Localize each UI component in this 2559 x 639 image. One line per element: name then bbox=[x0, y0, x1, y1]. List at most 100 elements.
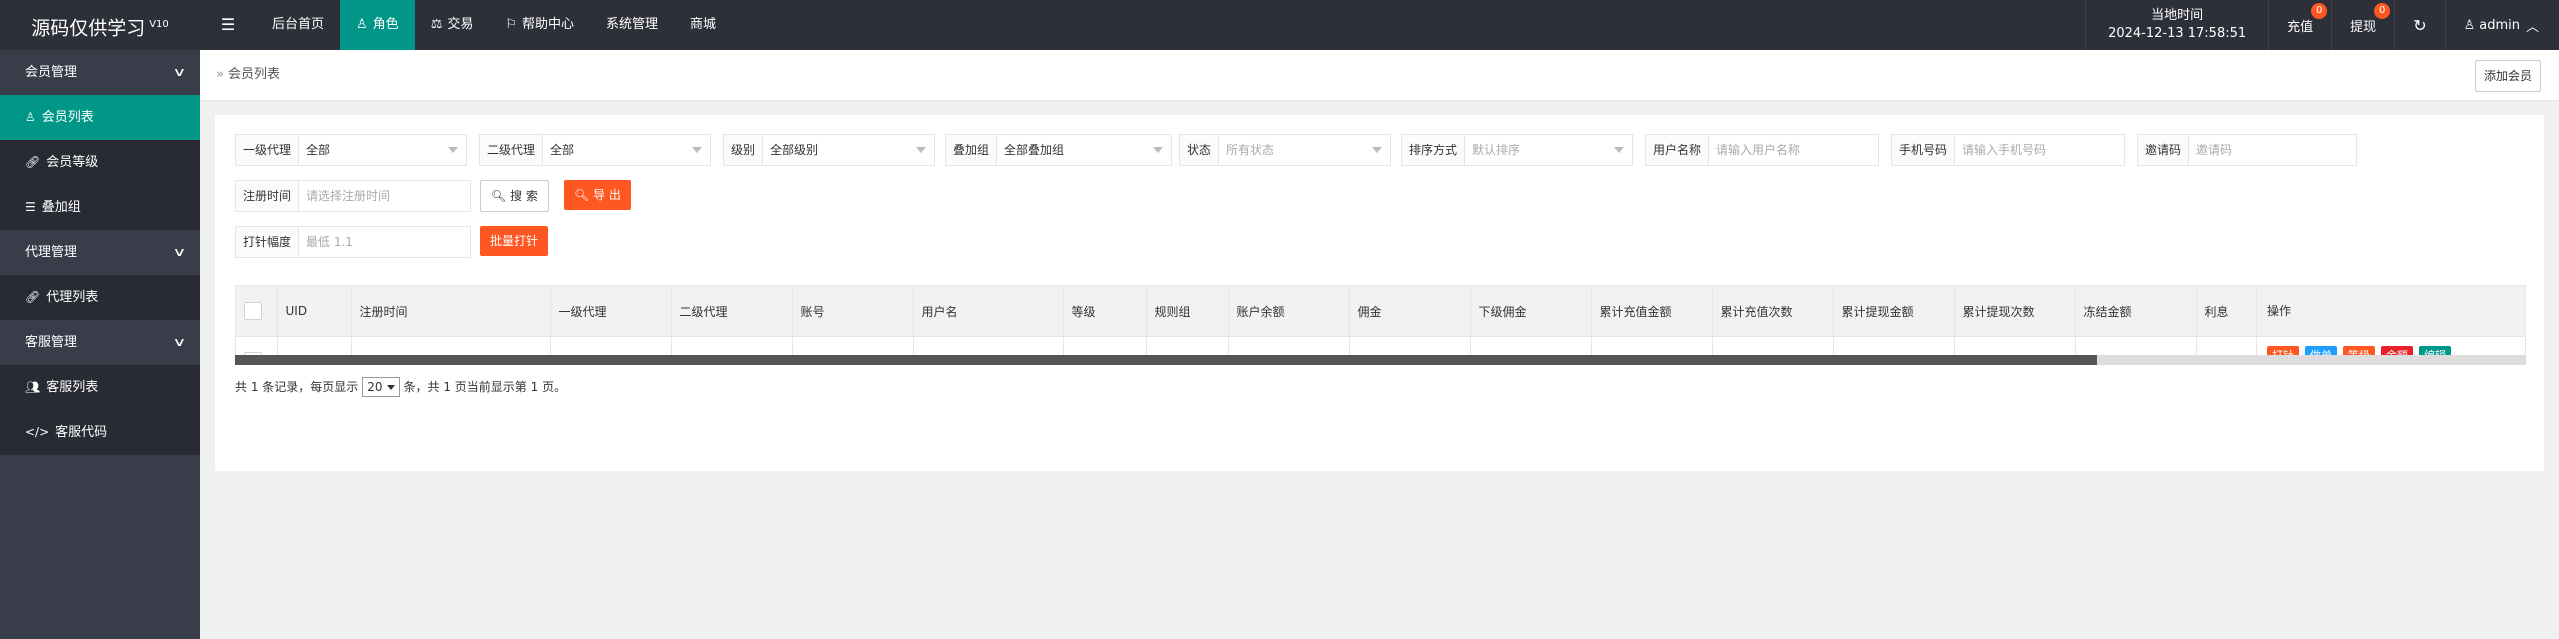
column-header: 累计充值次数 bbox=[1712, 286, 1834, 337]
column-header: 佣金 bbox=[1349, 286, 1471, 337]
page-size-value: 20 bbox=[367, 380, 383, 394]
sidebar-group-label: 代理管理 bbox=[25, 245, 78, 260]
sidebar-item-member-level[interactable]: 🔗︎ 会员等级 bbox=[0, 140, 200, 185]
brand-name: 源码仅供学习 bbox=[31, 17, 146, 40]
export-button-label: 导 出 bbox=[593, 188, 621, 202]
table-cell: 0.00 bbox=[1833, 336, 1955, 356]
batch-injection-button[interactable]: 批量打针 bbox=[480, 226, 549, 256]
breadcrumb-bar: » 会员列表 添加会员 bbox=[200, 50, 2559, 101]
table-cell: 123456 bbox=[913, 336, 1064, 356]
field-placeholder: 请输入用户名称 bbox=[1716, 143, 1801, 157]
withdraw-button[interactable]: 提现 0 bbox=[2331, 0, 2394, 50]
stack-group-select[interactable]: 叠加组 全部叠加组 bbox=[945, 134, 1172, 166]
operations-header: 操作 bbox=[2257, 286, 2525, 337]
table-cell: 123456 bbox=[792, 336, 914, 356]
nav-item-label: 后台首页 bbox=[272, 17, 325, 32]
search-button[interactable]: 🔍︎ 搜 索 bbox=[480, 180, 549, 212]
agent1-select[interactable]: 一级代理 全部 bbox=[235, 134, 467, 166]
withdraw-label: 提现 bbox=[2350, 19, 2377, 35]
field-value: 全部叠加组 bbox=[1004, 143, 1065, 157]
injection-amplitude-input[interactable]: 打针幅度 最低 1.1 bbox=[235, 226, 471, 258]
nav-item-home[interactable]: 后台首页 bbox=[256, 0, 340, 50]
table-cell: 13505822039... bbox=[1228, 336, 1350, 356]
caret-down-icon bbox=[386, 384, 395, 390]
scrollbar-thumb[interactable] bbox=[235, 355, 2097, 365]
column-header: 账号 bbox=[792, 286, 914, 337]
recharge-button[interactable]: 充值 0 bbox=[2268, 0, 2331, 50]
export-button[interactable]: 🔍︎ 导 出 bbox=[564, 180, 631, 210]
sidebar-item-stack-group[interactable]: ☰ 叠加组 bbox=[0, 185, 200, 230]
column-header: 累计提现金额 bbox=[1833, 286, 1955, 337]
withdraw-badge: 0 bbox=[2374, 3, 2391, 19]
field-placeholder: 最低 1.1 bbox=[306, 235, 353, 249]
sidebar-group-agents[interactable]: 代理管理 ∨ bbox=[0, 230, 200, 275]
row-checkbox-cell[interactable] bbox=[236, 336, 278, 356]
select-all-checkbox[interactable] bbox=[236, 286, 278, 337]
search-icon: 🔍︎ bbox=[491, 189, 507, 203]
sidebar-item-label: 客服列表 bbox=[46, 380, 99, 395]
user-menu[interactable]: ♙ admin ︿ bbox=[2444, 0, 2559, 50]
column-header: 冻结金额 bbox=[2075, 286, 2197, 337]
caret-down-icon bbox=[1614, 147, 1624, 153]
nav-item-mall[interactable]: 商城 bbox=[674, 0, 732, 50]
field-placeholder: 默认排序 bbox=[1472, 143, 1521, 157]
table-cell: 1 bbox=[1712, 336, 1834, 356]
nav-item-label: 角色 bbox=[372, 17, 399, 32]
breadcrumb: » 会员列表 bbox=[216, 50, 280, 100]
invite-code-input[interactable]: 邀请码 邀请码 bbox=[2137, 134, 2357, 166]
local-time: 当地时间 2024-12-13 17:58:51 bbox=[2085, 0, 2268, 50]
nav-item-label: 系统管理 bbox=[606, 17, 659, 32]
checkbox[interactable] bbox=[244, 302, 262, 320]
sidebar-group-support[interactable]: 客服管理 ∨ bbox=[0, 320, 200, 365]
table-cell: 0 bbox=[1470, 336, 1592, 356]
table-row: 203 2024年04月29日 12:33:22 123456 123456 V… bbox=[236, 336, 2257, 356]
table-header-row: UID 注册时间 一级代理 二级代理 账号 用户名 等级 规则组 账户余额 佣金… bbox=[236, 286, 2257, 337]
sidebar-group-members[interactable]: 会员管理 ∨ bbox=[0, 50, 200, 95]
chevron-down-icon: ∨ bbox=[172, 335, 187, 349]
nav-item-role[interactable]: ♙ 角色 bbox=[340, 0, 415, 50]
refresh-icon[interactable]: ↻ bbox=[2394, 0, 2444, 50]
field-value: 全部 bbox=[306, 143, 331, 157]
sidebar-item-label: 客服代码 bbox=[55, 425, 108, 440]
sidebar-item-support-list[interactable]: 👥︎ 客服列表 bbox=[0, 365, 200, 410]
sidebar-item-support-code[interactable]: </> 客服代码 bbox=[0, 410, 200, 455]
page-size-select[interactable]: 20 bbox=[362, 377, 400, 397]
main-panel: 一级代理 全部 二级代理 全部 级别 全部级别 叠加组 全部叠加组 状态 所有状… bbox=[215, 115, 2544, 471]
search-icon: 🔍︎ bbox=[574, 188, 590, 202]
sidebar-item-label: 叠加组 bbox=[41, 200, 81, 215]
menu-toggle-icon[interactable]: ☰ bbox=[212, 0, 244, 50]
user-icon: ♙ bbox=[25, 110, 36, 124]
status-select[interactable]: 状态 所有状态 bbox=[1179, 134, 1391, 166]
column-header: 注册时间 bbox=[351, 286, 551, 337]
nav-item-trade[interactable]: ⚖ 交易 bbox=[415, 0, 490, 50]
member-table-grid: UID 注册时间 一级代理 二级代理 账号 用户名 等级 规则组 账户余额 佣金… bbox=[236, 286, 2257, 356]
column-header: 规则组 bbox=[1146, 286, 1229, 337]
table-cell: 2024年04月29日 12:33:22 bbox=[351, 336, 551, 356]
table-cell: 0 bbox=[1954, 336, 2076, 356]
brand-logo[interactable]: 源码仅供学习 V10 bbox=[0, 0, 200, 50]
field-label: 二级代理 bbox=[480, 135, 544, 165]
search-button-label: 搜 索 bbox=[510, 189, 538, 203]
code-icon: </> bbox=[25, 425, 50, 439]
table-cell: 1506979547.85 bbox=[1349, 336, 1471, 356]
sidebar-group-label: 客服管理 bbox=[25, 335, 78, 350]
breadcrumb-current: 会员列表 bbox=[227, 67, 280, 82]
level-select[interactable]: 级别 全部级别 bbox=[723, 134, 935, 166]
table-cell bbox=[671, 336, 793, 356]
table-cell: VIP0 bbox=[1063, 336, 1147, 356]
sidebar-item-agent-list[interactable]: 🔗︎ 代理列表 bbox=[0, 275, 200, 320]
scale-icon: ⚖ bbox=[430, 17, 443, 32]
register-time-input[interactable]: 注册时间 请选择注册时间 bbox=[235, 180, 471, 212]
table-horizontal-scrollbar[interactable] bbox=[235, 355, 2526, 365]
add-member-button[interactable]: 添加会员 bbox=[2474, 60, 2541, 92]
nav-item-help[interactable]: ⚐ 帮助中心 bbox=[489, 0, 590, 50]
sidebar-item-label: 会员列表 bbox=[41, 110, 94, 125]
username-input[interactable]: 用户名称 请输入用户名称 bbox=[1645, 134, 1879, 166]
phone-input[interactable]: 手机号码 请输入手机号码 bbox=[1891, 134, 2125, 166]
field-placeholder: 请选择注册时间 bbox=[306, 189, 391, 203]
agent2-select[interactable]: 二级代理 全部 bbox=[479, 134, 711, 166]
table-cell: 10000.00 bbox=[1591, 336, 1713, 356]
sort-select[interactable]: 排序方式 默认排序 bbox=[1401, 134, 1633, 166]
nav-item-system[interactable]: 系统管理 bbox=[590, 0, 674, 50]
sidebar-item-member-list[interactable]: ♙ 会员列表 bbox=[0, 95, 200, 140]
